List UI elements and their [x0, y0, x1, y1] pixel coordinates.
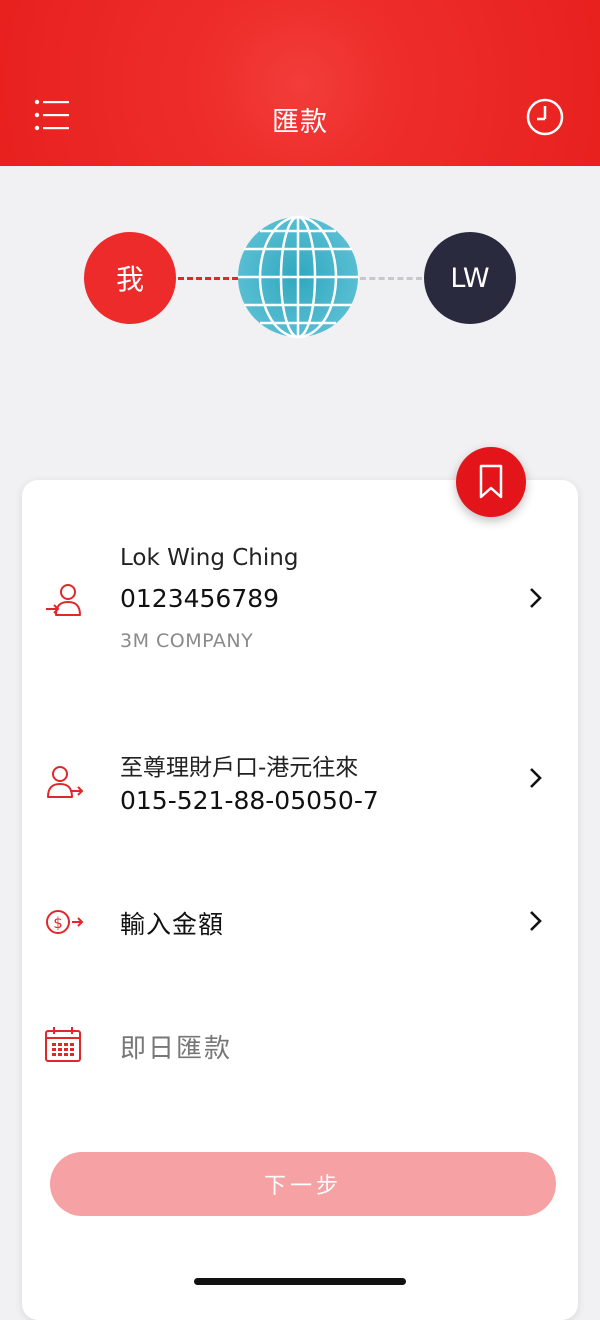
- schedule-label: 即日匯款: [120, 1034, 233, 1064]
- page-title: 匯款: [272, 107, 328, 138]
- amount-label: 輸入金額: [120, 910, 225, 939]
- history-button[interactable]: [525, 97, 565, 137]
- schedule-row[interactable]: 即日匯款: [22, 1020, 578, 1074]
- app-header: 匯款: [0, 0, 600, 166]
- payee-transfer-in-icon: [46, 584, 81, 616]
- chevron-right-icon: [530, 911, 542, 931]
- payee-row[interactable]: Lok Wing Ching 0123456789 3M COMPANY: [22, 540, 578, 670]
- home-indicator: [194, 1278, 406, 1285]
- from-account-number: 015-521-88-05050-7: [120, 786, 379, 815]
- svg-text:$: $: [53, 914, 63, 932]
- calendar-icon: [45, 1027, 81, 1062]
- payee-name: Lok Wing Ching: [120, 545, 299, 571]
- receiver-avatar: LW: [424, 232, 516, 324]
- bookmark-button[interactable]: [456, 447, 526, 517]
- dollar-transfer-icon: $: [46, 910, 84, 934]
- clock-icon: [526, 98, 564, 136]
- amount-row[interactable]: $ 輸入金額: [22, 895, 578, 949]
- from-account-name: 至尊理財戶口-港元往來: [120, 755, 359, 781]
- account-transfer-out-icon: [47, 766, 84, 798]
- sender-avatar: 我: [84, 232, 176, 324]
- next-button[interactable]: 下一步: [50, 1152, 556, 1216]
- progress-line-gray: [360, 277, 422, 280]
- chevron-right-icon: [530, 588, 542, 608]
- payee-account-number: 0123456789: [120, 584, 280, 613]
- progress-line-red: [178, 277, 238, 280]
- payee-company: 3M COMPANY: [120, 630, 254, 652]
- bookmark-icon: [479, 464, 503, 499]
- globe-icon: [238, 215, 358, 339]
- from-account-row[interactable]: 至尊理財戶口-港元往來 015-521-88-05050-7: [22, 740, 578, 830]
- chevron-right-icon: [530, 768, 542, 788]
